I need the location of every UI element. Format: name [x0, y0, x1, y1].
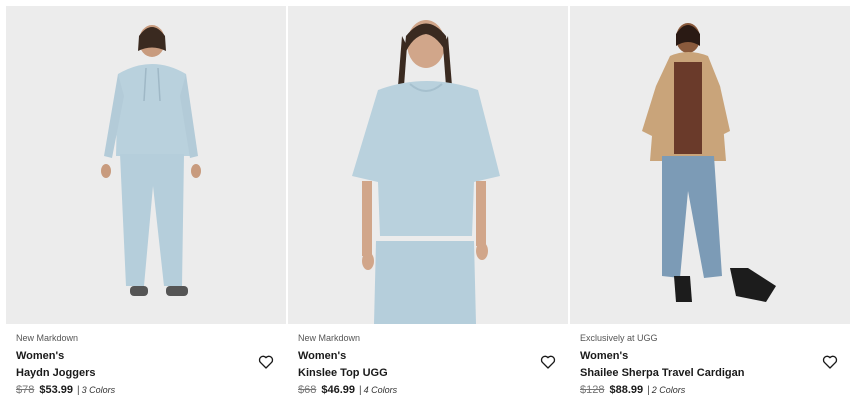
price-separator: |	[77, 385, 80, 396]
color-count[interactable]: 2 Colors	[652, 385, 686, 395]
original-price: $128	[580, 384, 605, 396]
product-image[interactable]	[570, 6, 850, 324]
price-row: $68 $46.99 | 4 Colors	[298, 383, 568, 398]
product-card[interactable]: New Markdown Women's Haydn Joggers $78 $5…	[6, 0, 286, 412]
product-badge: New Markdown	[16, 333, 79, 343]
color-count[interactable]: 4 Colors	[364, 385, 398, 395]
heart-icon[interactable]	[540, 354, 556, 370]
product-name[interactable]: Shailee Sherpa Travel Cardigan	[580, 366, 850, 380]
sale-price: $53.99	[39, 384, 74, 396]
price-row: $78 $53.99 | 3 Colors	[16, 383, 286, 398]
price-row: $128 $88.99 | 2 Colors	[580, 383, 850, 398]
product-card[interactable]: New Markdown Women's Kinslee Top UGG $68…	[288, 0, 568, 412]
product-category: Women's	[580, 350, 629, 362]
sale-price: $46.99	[321, 384, 356, 396]
product-name[interactable]: Haydn Joggers	[16, 366, 286, 380]
color-count[interactable]: 3 Colors	[82, 385, 116, 395]
product-badge: New Markdown	[298, 333, 361, 343]
product-card[interactable]: Exclusively at UGG Women's Shailee Sherp…	[570, 0, 850, 412]
model-illustration	[352, 20, 500, 324]
model-illustration	[101, 25, 201, 296]
model-illustration	[642, 23, 776, 302]
original-price: $78	[16, 384, 35, 396]
product-info: New Markdown Women's Kinslee Top UGG $68…	[288, 332, 568, 398]
product-grid: New Markdown Women's Haydn Joggers $78 $5…	[0, 0, 850, 412]
original-price: $68	[298, 384, 317, 396]
product-image[interactable]	[288, 6, 568, 324]
price-separator: |	[359, 385, 362, 396]
heart-icon[interactable]	[258, 354, 274, 370]
product-name[interactable]: Kinslee Top UGG	[298, 366, 568, 380]
product-badge: Exclusively at UGG	[580, 333, 658, 343]
heart-icon[interactable]	[822, 354, 838, 370]
product-info: Exclusively at UGG Women's Shailee Sherp…	[570, 332, 850, 398]
product-category: Women's	[16, 350, 65, 362]
product-image[interactable]	[6, 6, 286, 324]
product-info: New Markdown Women's Haydn Joggers $78 $5…	[6, 332, 286, 398]
sale-price: $88.99	[609, 384, 644, 396]
product-category: Women's	[298, 350, 347, 362]
price-separator: |	[647, 385, 650, 396]
